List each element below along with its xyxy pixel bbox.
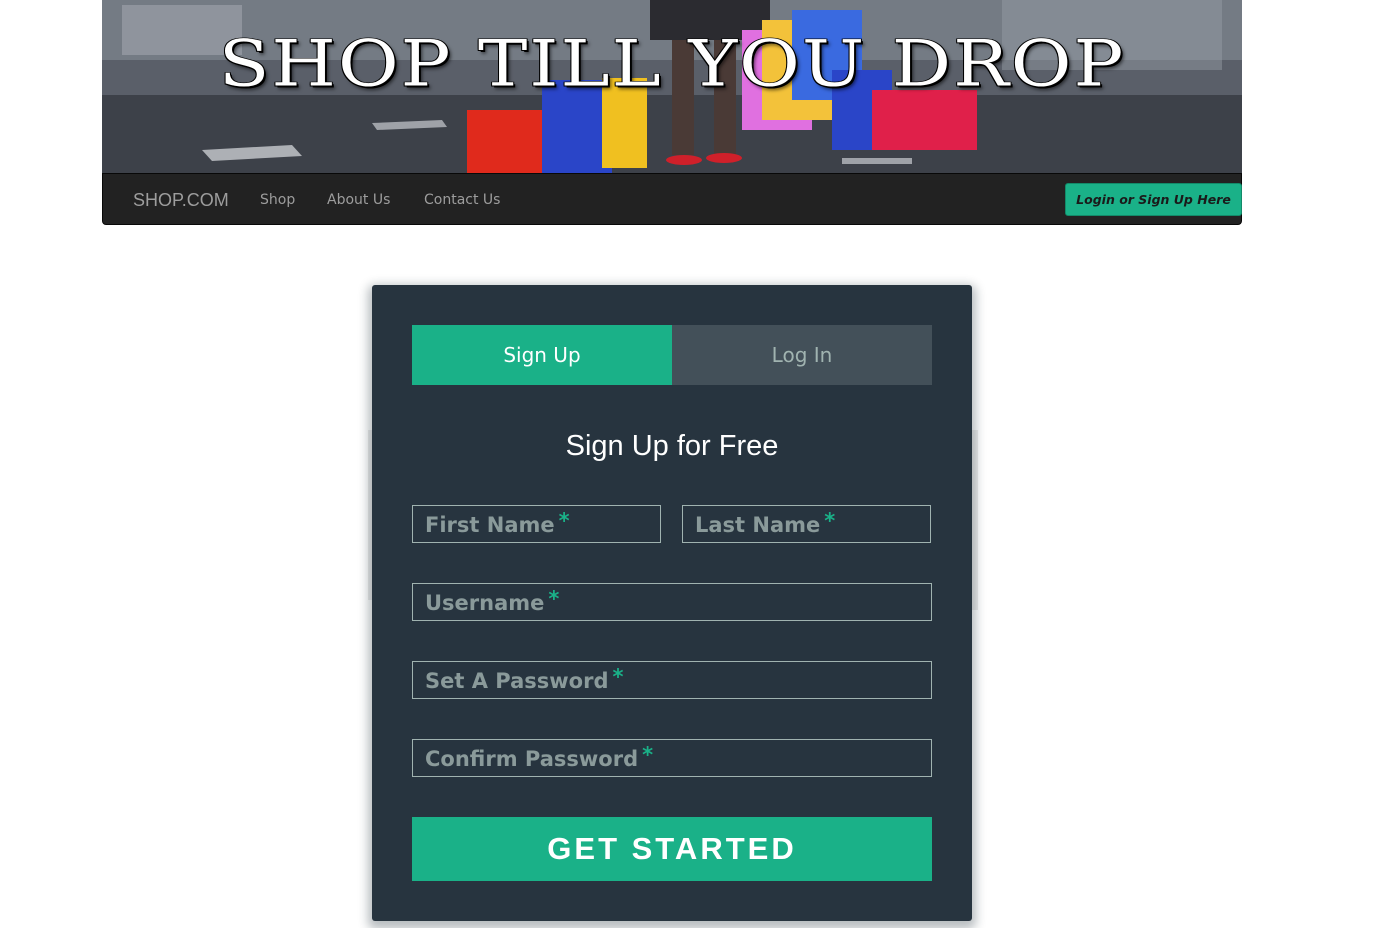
panel-edge-right bbox=[972, 430, 978, 610]
first-name-field: First Name * bbox=[412, 505, 661, 543]
brand-link[interactable]: SHOP.COM bbox=[133, 190, 229, 211]
banner-title: SHOP TILL YOU DROP bbox=[218, 27, 1126, 102]
password-field: Set A Password * bbox=[412, 661, 932, 699]
get-started-button[interactable]: GET STARTED bbox=[412, 817, 932, 881]
signup-form-panel: Sign Up Log In Sign Up for Free First Na… bbox=[372, 285, 972, 921]
navbar: SHOP.COM Shop About Us Contact Us Login … bbox=[102, 173, 1242, 225]
last-name-field: Last Name * bbox=[682, 505, 931, 543]
tab-log-in[interactable]: Log In bbox=[672, 325, 932, 385]
nav-link-shop[interactable]: Shop bbox=[260, 192, 295, 208]
tab-sign-up[interactable]: Sign Up bbox=[412, 325, 672, 385]
first-name-input[interactable] bbox=[413, 506, 660, 542]
nav-link-about-us[interactable]: About Us bbox=[327, 192, 390, 208]
password-input[interactable] bbox=[413, 662, 931, 698]
last-name-input[interactable] bbox=[683, 506, 930, 542]
header-banner: SHOP TILL YOU DROP bbox=[102, 0, 1242, 174]
form-title: Sign Up for Free bbox=[565, 430, 779, 462]
nav-link-contact-us[interactable]: Contact Us bbox=[424, 192, 500, 208]
username-input[interactable] bbox=[413, 584, 931, 620]
confirm-password-field: Confirm Password * bbox=[412, 739, 932, 777]
username-field: Username * bbox=[412, 583, 932, 621]
confirm-password-input[interactable] bbox=[413, 740, 931, 776]
login-signup-button[interactable]: Login or Sign Up Here bbox=[1065, 183, 1242, 216]
